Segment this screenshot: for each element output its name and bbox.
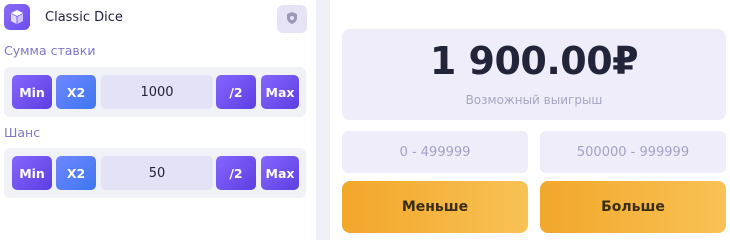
dice-icon — [4, 4, 30, 30]
bet-half-button[interactable]: /2 — [216, 75, 256, 109]
fairness-button[interactable] — [277, 5, 307, 33]
result-panel: 1 900.00₽ Возможный выигрыш 0 - 499999 5… — [330, 0, 730, 240]
dice-game: Classic Dice Сумма ставки Min X2 1000 /2… — [0, 0, 730, 240]
bet-amount-label: Сумма ставки — [4, 43, 96, 58]
high-range: 500000 - 999999 — [540, 131, 726, 173]
bet-panel: Classic Dice Сумма ставки Min X2 1000 /2… — [0, 0, 316, 240]
bet-max-button[interactable]: Max — [261, 75, 299, 109]
payout-display: 1 900.00₽ Возможный выигрыш — [342, 29, 726, 120]
chance-max-button[interactable]: Max — [261, 156, 299, 190]
chance-input[interactable]: 50 — [101, 156, 213, 190]
payout-label: Возможный выигрыш — [465, 93, 603, 107]
bet-amount-input[interactable]: 1000 — [101, 75, 213, 109]
bet-double-button[interactable]: X2 — [56, 75, 96, 109]
chance-double-button[interactable]: X2 — [56, 156, 96, 190]
bet-amount-control: Min X2 1000 /2 Max — [4, 67, 306, 117]
shield-icon — [285, 10, 299, 29]
chance-label: Шанс — [4, 125, 41, 140]
chance-min-button[interactable]: Min — [12, 156, 52, 190]
bet-higher-button[interactable]: Больше — [540, 181, 726, 233]
bet-min-button[interactable]: Min — [12, 75, 52, 109]
chance-half-button[interactable]: /2 — [216, 156, 256, 190]
low-range: 0 - 499999 — [342, 131, 528, 173]
payout-amount: 1 900.00₽ — [429, 39, 639, 83]
bet-lower-button[interactable]: Меньше — [342, 181, 528, 233]
game-title: Classic Dice — [45, 10, 123, 25]
chance-control: Min X2 50 /2 Max — [4, 148, 306, 198]
